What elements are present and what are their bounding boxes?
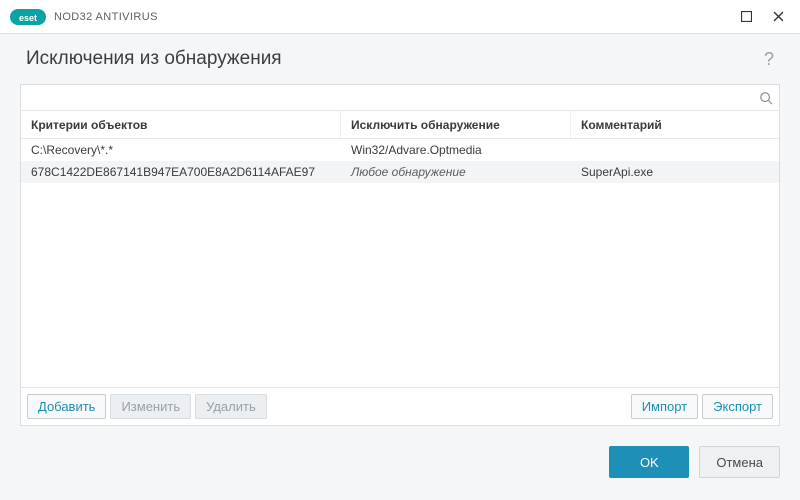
close-button[interactable] (762, 0, 794, 34)
eset-logo-text: eset (19, 13, 37, 23)
cell-exclude: Win32/Advare.Optmedia (341, 143, 571, 157)
exclusions-table: Критерии объектов Исключить обнаружение … (21, 111, 779, 387)
cell-exclude: Любое обнаружение (341, 165, 571, 179)
import-button[interactable]: Импорт (631, 394, 698, 419)
maximize-button[interactable] (730, 0, 762, 34)
product-name: NOD32 ANTIVIRUS (54, 11, 158, 23)
column-header-exclude[interactable]: Исключить обнаружение (341, 111, 571, 138)
cancel-button[interactable]: Отмена (699, 446, 780, 478)
search-bar (21, 85, 779, 111)
eset-logo: eset (10, 9, 46, 25)
delete-button[interactable]: Удалить (195, 394, 267, 419)
dialog-footer: OK Отмена (0, 426, 800, 478)
cell-criteria: 678C1422DE867141B947EA700E8A2D6114AFAE97 (21, 165, 341, 179)
search-icon[interactable] (759, 91, 773, 105)
page-title: Исключения из обнаружения (26, 48, 282, 70)
cell-comment: SuperApi.exe (571, 165, 779, 179)
brand: eset NOD32 ANTIVIRUS (10, 9, 158, 25)
column-header-criteria[interactable]: Критерии объектов (21, 111, 341, 138)
table-row[interactable]: 678C1422DE867141B947EA700E8A2D6114AFAE97… (21, 161, 779, 183)
edit-button[interactable]: Изменить (110, 394, 191, 419)
window-controls (730, 0, 794, 34)
cell-criteria: C:\Recovery\*.* (21, 143, 341, 157)
exclusions-panel: Критерии объектов Исключить обнаружение … (20, 84, 780, 426)
export-button[interactable]: Экспорт (702, 394, 773, 419)
column-header-comment[interactable]: Комментарий (571, 111, 779, 138)
ok-button[interactable]: OK (609, 446, 689, 478)
table-row[interactable]: C:\Recovery\*.*Win32/Advare.Optmedia (21, 139, 779, 161)
table-actions: Добавить Изменить Удалить Импорт Экспорт (21, 387, 779, 425)
add-button[interactable]: Добавить (27, 394, 106, 419)
search-input[interactable] (27, 85, 759, 110)
page-header: Исключения из обнаружения ? (0, 34, 800, 78)
table-header: Критерии объектов Исключить обнаружение … (21, 111, 779, 139)
help-icon[interactable]: ? (758, 49, 780, 70)
table-body: C:\Recovery\*.*Win32/Advare.Optmedia678C… (21, 139, 779, 387)
titlebar: eset NOD32 ANTIVIRUS (0, 0, 800, 34)
